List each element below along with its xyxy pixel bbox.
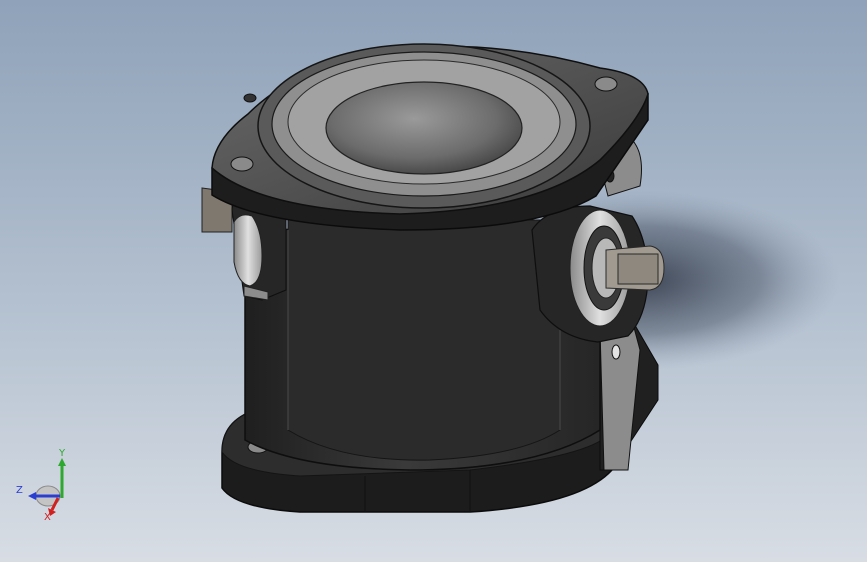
z-axis-arrow [28, 492, 36, 500]
y-axis-label: Y [58, 448, 66, 459]
z-axis-label: Z [16, 485, 23, 496]
model-view[interactable] [0, 0, 867, 562]
orientation-triad[interactable]: Y Z X [14, 446, 74, 522]
bore-opening[interactable] [325, 81, 523, 175]
graphics-viewport[interactable]: Y Z X [0, 0, 867, 562]
shaft[interactable] [605, 245, 665, 291]
y-axis-arrow [58, 458, 66, 466]
x-axis-label: X [44, 512, 51, 522]
